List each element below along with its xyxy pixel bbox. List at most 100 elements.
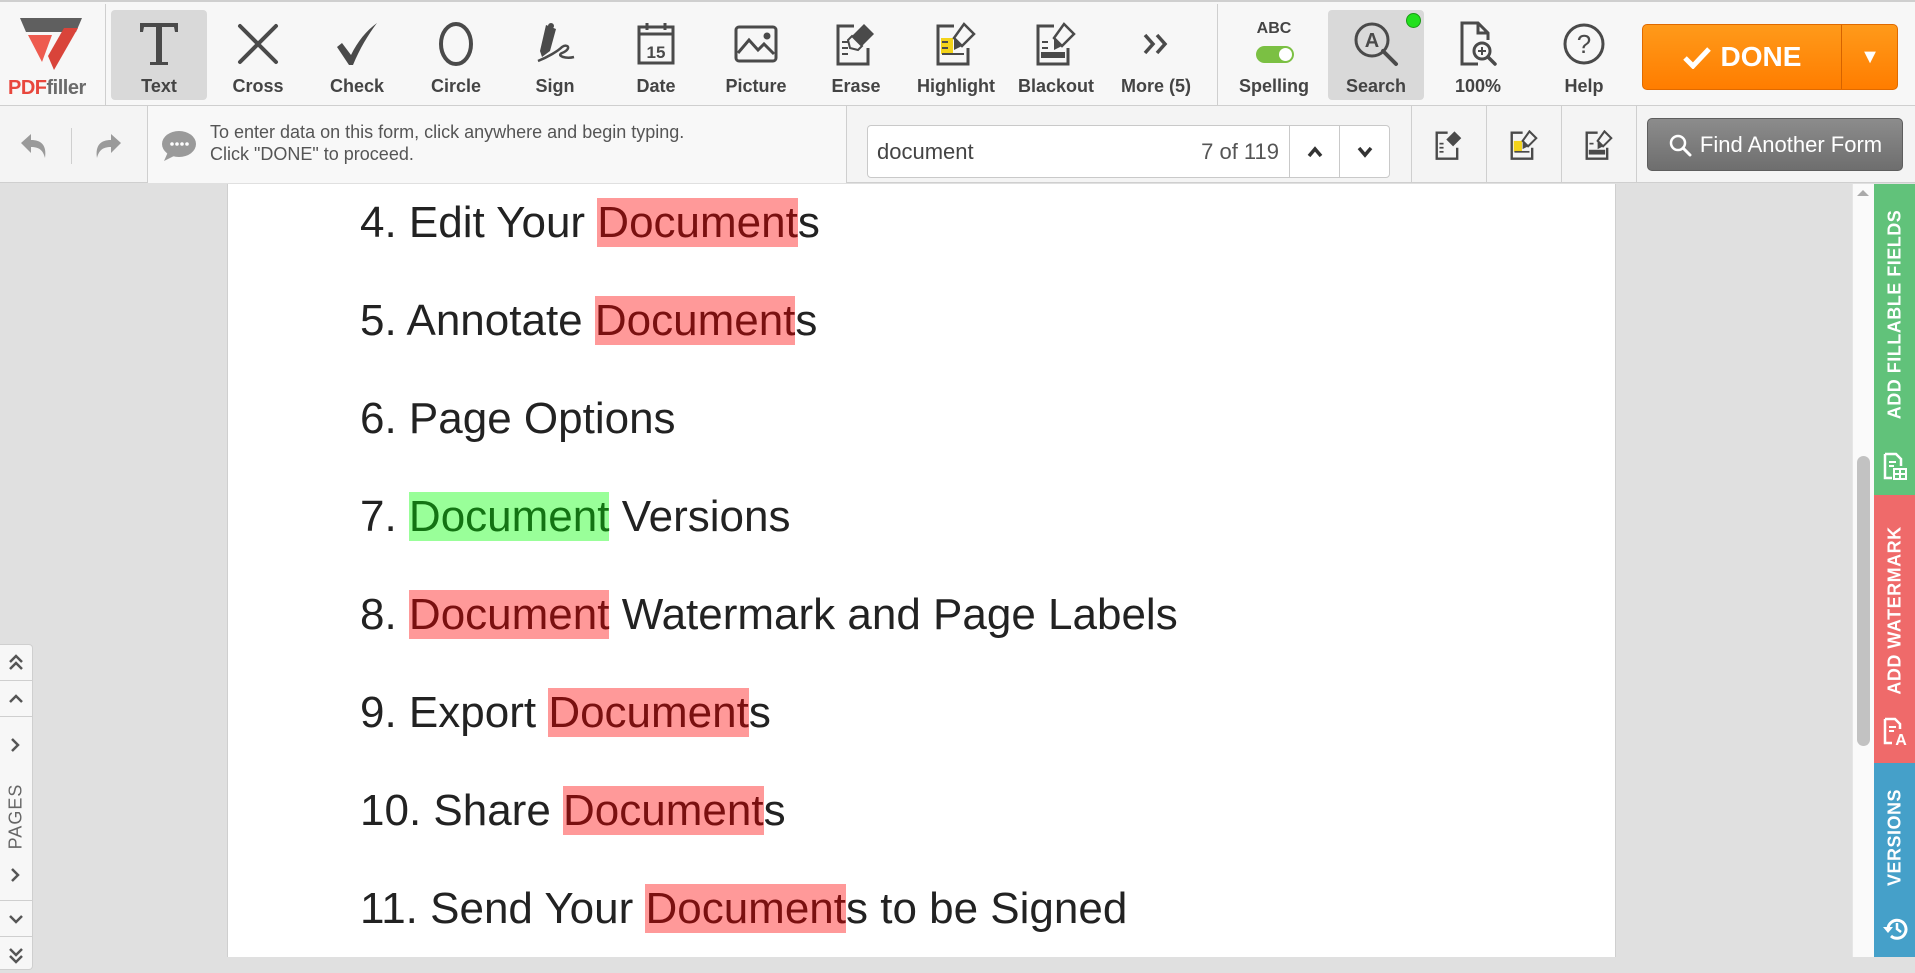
tool-label: Highlight <box>917 76 995 96</box>
redo-icon <box>96 134 121 158</box>
scroll-up-arrow[interactable] <box>1857 190 1869 196</box>
text-icon <box>140 23 178 65</box>
blackout-icon <box>1036 22 1076 66</box>
highlight-matches-button[interactable] <box>1486 106 1561 183</box>
tool-more[interactable]: More (5) <box>1108 10 1204 100</box>
add-fillable-fields-tab[interactable]: ADD FILLABLE FIELDS <box>1874 184 1915 495</box>
done-dropdown-button[interactable]: ▼ <box>1842 25 1898 89</box>
eraser-icon <box>836 24 874 66</box>
versions-tab[interactable]: VERSIONS <box>1874 763 1915 957</box>
tool-circle[interactable]: Circle <box>408 10 504 100</box>
tool-search[interactable]: A Search <box>1328 10 1424 100</box>
tool-label: Blackout <box>1017 76 1095 96</box>
document-line[interactable]: 5. Annotate Documents <box>360 296 817 346</box>
caret-down-icon: ▼ <box>1860 45 1880 68</box>
first-page-button[interactable] <box>0 645 32 681</box>
tab-label: VERSIONS <box>1884 788 1904 887</box>
current-search-match: Document <box>408 492 610 541</box>
search-match: Document <box>408 590 610 639</box>
next-result-button[interactable] <box>1339 126 1389 177</box>
tool-label: Spelling <box>1238 76 1309 96</box>
vertical-scrollbar[interactable] <box>1852 184 1874 957</box>
line-text: s <box>748 688 771 737</box>
chevron-down-icon <box>9 914 23 924</box>
document-line[interactable]: 9. Export Documents <box>360 688 771 738</box>
chevron-down-icon <box>1357 146 1372 158</box>
pdffiller-logo[interactable]: PDFfiller <box>0 4 106 106</box>
document-line[interactable]: 6. Page Options <box>360 394 676 444</box>
check-icon <box>337 23 377 65</box>
blackout-matches-button[interactable] <box>1561 106 1636 183</box>
tool-cross[interactable]: Cross <box>210 10 306 100</box>
tool-help[interactable]: ? Help <box>1536 10 1632 100</box>
toggle-knob <box>1279 48 1292 61</box>
tool-text[interactable]: Text <box>111 10 207 100</box>
document-line[interactable]: 4. Edit Your Documents <box>360 198 820 248</box>
previous-page-button[interactable] <box>0 681 32 717</box>
svg-text:?: ? <box>1577 29 1591 59</box>
pen-signature-icon <box>537 23 575 63</box>
last-page-button[interactable] <box>0 937 32 973</box>
hint-text: To enter data on this form, click anywhe… <box>210 121 684 165</box>
pages-navigator: PAGES <box>0 644 33 970</box>
search-match: Document <box>597 198 798 247</box>
help-icon: ? <box>1563 23 1605 65</box>
blackout-icon <box>1585 129 1613 160</box>
tool-sign[interactable]: Sign <box>507 10 603 100</box>
tab-label: ADD WATERMARK <box>1884 526 1904 695</box>
tool-zoom[interactable]: 100% <box>1430 10 1526 100</box>
tool-label: Circle <box>430 76 482 96</box>
line-text: 8. <box>360 590 409 639</box>
previous-result-button[interactable] <box>1289 126 1339 177</box>
search-match: Document <box>563 786 764 835</box>
logo-text: PDFfiller <box>8 77 86 100</box>
scrollbar-thumb[interactable] <box>1857 456 1870 746</box>
tool-blackout[interactable]: Blackout <box>1008 10 1104 100</box>
line-text: s <box>763 786 786 835</box>
chevron-right-icon <box>11 738 20 752</box>
pages-panel-toggle[interactable]: PAGES <box>0 731 32 901</box>
calendar-day: 15 <box>647 43 666 62</box>
done-main-button[interactable]: DONE <box>1643 25 1841 89</box>
search-icon <box>1669 134 1692 156</box>
search-match: Document <box>594 296 796 345</box>
tool-label: Picture <box>725 76 787 96</box>
main-toolbar: PDFfiller Text Cross Check Circle Sign 1… <box>0 0 1915 107</box>
line-text: s to be Signed <box>846 884 1128 933</box>
line-text: 4. Edit Your <box>360 198 598 247</box>
tool-spelling[interactable]: ABC Spelling <box>1226 10 1322 100</box>
done-button[interactable]: DONE ▼ <box>1642 24 1898 90</box>
document-line[interactable]: 10. Share Documents <box>360 786 786 836</box>
document-page[interactable]: 4. Edit Your Documents 5. Annotate Docum… <box>227 184 1616 957</box>
document-viewport: 4. Edit Your Documents 5. Annotate Docum… <box>0 184 1852 970</box>
document-line[interactable]: 7. Document Versions <box>360 492 790 542</box>
line-text: 10. Share <box>360 786 564 835</box>
line-text: 7. <box>360 492 409 541</box>
chevron-right-icon <box>11 868 20 882</box>
tool-label: Text <box>141 76 177 96</box>
tool-check[interactable]: Check <box>309 10 405 100</box>
tool-picture[interactable]: Picture <box>708 10 804 100</box>
tool-highlight[interactable]: Highlight <box>908 10 1004 100</box>
find-another-form-button[interactable]: Find Another Form <box>1647 118 1903 171</box>
search-match: Document <box>645 884 846 933</box>
erase-matches-button[interactable] <box>1411 106 1486 183</box>
double-chevron-right-icon <box>1143 33 1168 55</box>
redo-button[interactable] <box>88 126 128 166</box>
chat-bubble-icon <box>162 131 196 161</box>
add-watermark-tab[interactable]: ADD WATERMARK A <box>1874 495 1915 763</box>
tool-label: Search <box>1345 76 1407 96</box>
svg-text:A: A <box>1895 732 1907 747</box>
undo-icon <box>21 134 46 158</box>
search-input[interactable] <box>868 126 1208 177</box>
next-page-button[interactable] <box>0 901 32 937</box>
tool-date[interactable]: 15 Date <box>608 10 704 100</box>
undo-button[interactable] <box>14 126 54 166</box>
spelling-toggle[interactable] <box>1256 46 1294 63</box>
tool-erase[interactable]: Erase <box>808 10 904 100</box>
document-line[interactable]: 11. Send Your Documents to be Signed <box>360 884 1127 934</box>
document-line[interactable]: 8. Document Watermark and Page Labels <box>360 590 1178 640</box>
line-text: Versions <box>609 492 791 541</box>
pages-label: PAGES <box>5 783 26 850</box>
hint-line-2: Click "DONE" to proceed. <box>210 144 414 164</box>
